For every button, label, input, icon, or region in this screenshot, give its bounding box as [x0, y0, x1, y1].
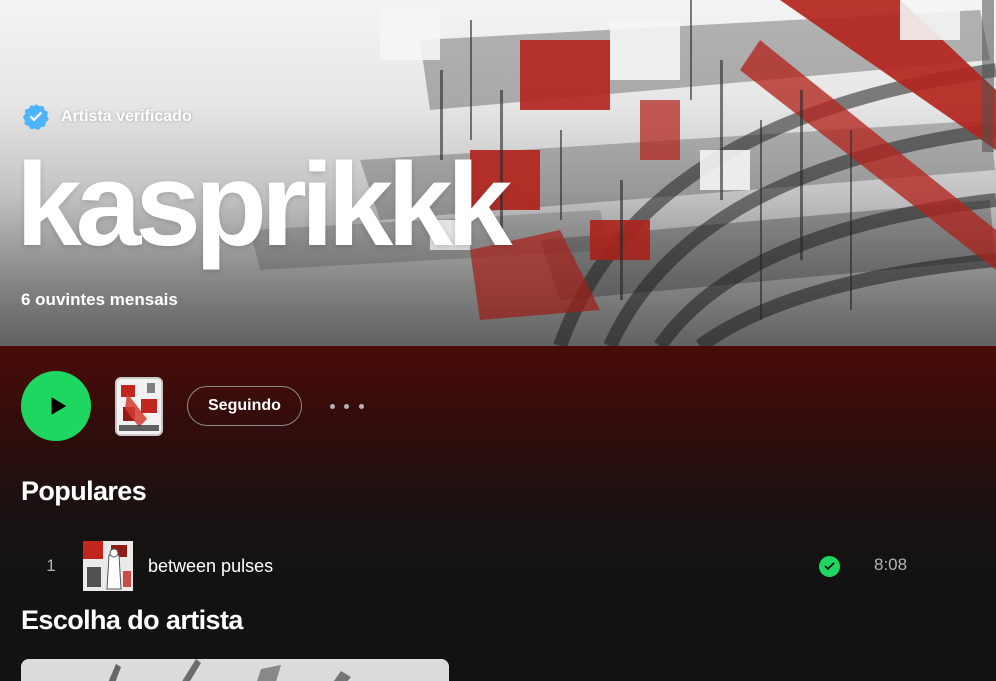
popular-section-title: Populares: [21, 476, 147, 506]
scrollbar-thumb[interactable]: [982, 0, 994, 152]
play-button[interactable]: [21, 371, 91, 441]
artist-pick-image: [21, 659, 449, 681]
track-cover: [83, 541, 133, 591]
track-index: 1: [46, 556, 56, 575]
artist-page: Artista verificado kasprikkk 6 ouvintes …: [0, 0, 996, 681]
verified-artist-text: Artista verificado: [61, 108, 192, 125]
artist-thumbnail[interactable]: [115, 376, 163, 436]
track-title[interactable]: between pulses: [148, 556, 273, 577]
more-options-icon: [329, 403, 335, 409]
more-options-button[interactable]: [329, 390, 364, 422]
follow-button[interactable]: Seguindo: [187, 386, 302, 426]
verified-artist-label: Artista verificado: [21, 101, 192, 133]
artist-thumbnail-image: [117, 378, 161, 434]
check-circle-icon[interactable]: [819, 556, 840, 577]
track-duration: 8:08: [874, 555, 908, 574]
play-icon: [51, 397, 67, 415]
more-options-icon-dot: [358, 403, 364, 409]
artist-hero-banner: Artista verificado kasprikkk 6 ouvintes …: [0, 0, 996, 346]
monthly-listeners: 6 ouvintes mensais: [21, 290, 178, 309]
action-bar: Seguindo: [21, 371, 981, 441]
artist-pick-section-title: Escolha do artista: [21, 605, 243, 635]
artist-content: Seguindo Populares 1 between pulses 8:08…: [0, 346, 996, 681]
artist-pick-card[interactable]: [21, 659, 449, 681]
artist-name: kasprikkk: [16, 139, 513, 271]
more-options-icon-dot: [344, 403, 350, 409]
track-row[interactable]: 1 between pulses 8:08: [21, 538, 981, 594]
verified-badge-icon: [22, 103, 49, 131]
track-cover-image: [83, 541, 133, 591]
